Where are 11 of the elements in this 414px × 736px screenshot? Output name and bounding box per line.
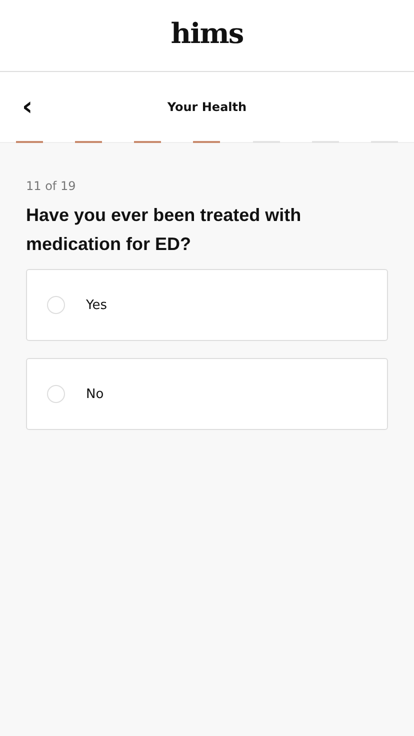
- option-label: No: [86, 386, 104, 402]
- question-text: Have you ever been treated with medication for ED?: [26, 204, 302, 256]
- page-title: Your Health: [166, 100, 248, 114]
- answer-option[interactable]: No: [26, 358, 388, 430]
- logo: hims: [170, 17, 244, 50]
- radio-button[interactable]: [47, 296, 65, 314]
- option-label: Yes: [86, 298, 107, 312]
- answer-option[interactable]: Yes: [26, 269, 388, 341]
- back-button[interactable]: ‹: [16, 94, 38, 120]
- question-counter: 11 of 19: [26, 179, 77, 193]
- radio-button[interactable]: [47, 385, 65, 403]
